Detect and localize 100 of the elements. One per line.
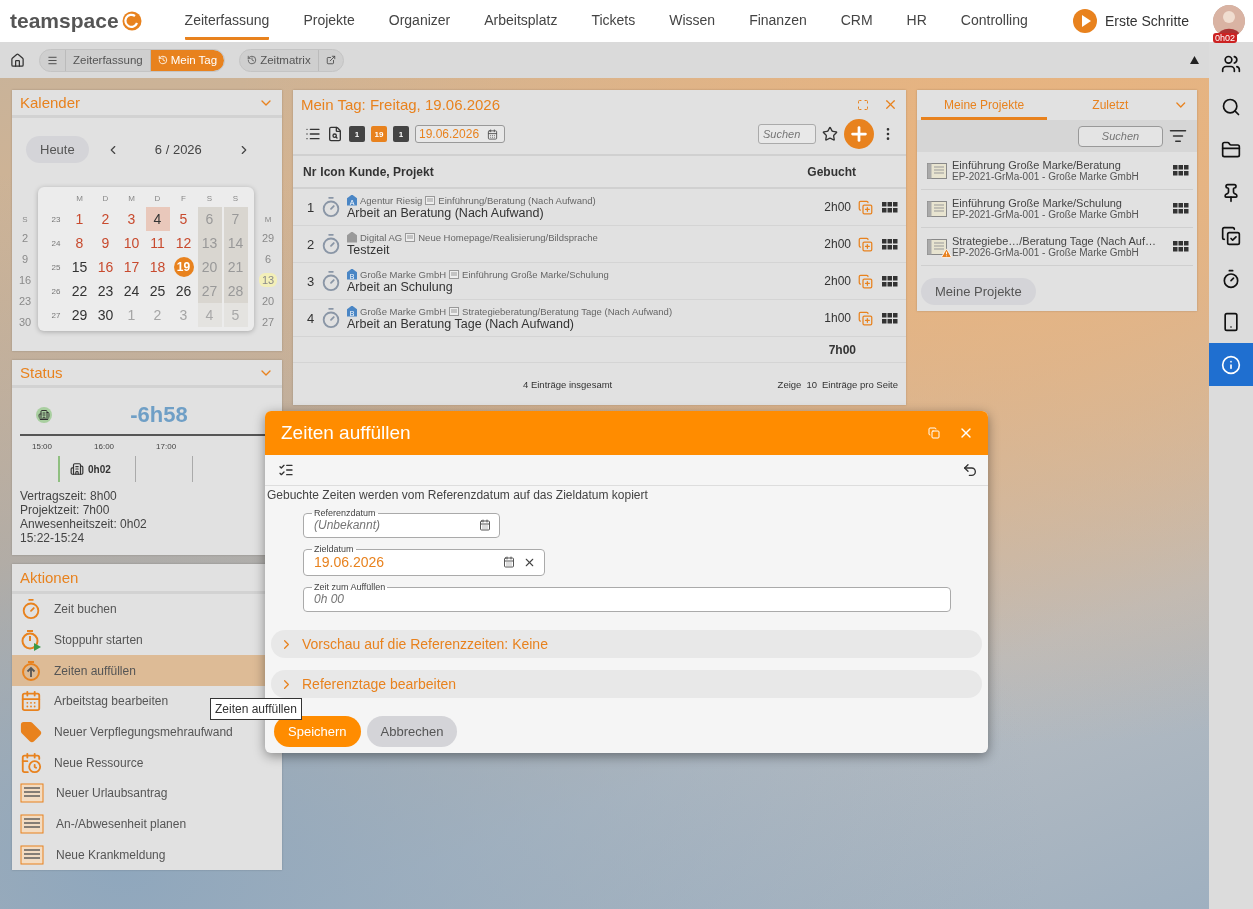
calendar-day[interactable]: 16 <box>93 255 118 279</box>
stopwatch-icon <box>320 307 342 329</box>
project-item[interactable]: Einführung Große Marke/Beratung EP-2021-GrMa-001 - Große Marke GmbH <box>921 152 1193 190</box>
date-field[interactable]: Zieldatum 19.06.2026 <box>303 544 545 576</box>
booking-title: Testzeit <box>347 242 391 257</box>
star-icon[interactable] <box>822 126 838 142</box>
logo-text: teamspace <box>10 9 119 33</box>
calendar-icon[interactable] <box>479 519 491 531</box>
project-title: Strategiebe…/Beratung Tage (Nach Auf… <box>952 235 1158 247</box>
weekday-label: M <box>76 193 83 205</box>
calendar-day[interactable]: 5 <box>171 207 196 231</box>
search-document-icon[interactable] <box>327 126 343 142</box>
grid-icon[interactable] <box>1173 165 1189 176</box>
undo-icon[interactable] <box>962 462 978 478</box>
action-item[interactable]: An-/Abwesenheit planen <box>12 808 282 840</box>
calendar-day[interactable]: 24 <box>119 279 144 303</box>
view-button[interactable]: 1 <box>349 126 365 142</box>
calendar-day: 9 <box>18 252 32 266</box>
calendar-clock-icon <box>20 751 42 774</box>
calendar-day[interactable]: 30 <box>93 303 118 327</box>
week-number: 27 <box>51 310 61 320</box>
calendar-day[interactable]: 25 <box>145 279 170 303</box>
collapse-icon[interactable] <box>1190 56 1199 64</box>
calendar-day[interactable]: 18 <box>145 255 170 279</box>
start-link[interactable]: Erste Schritte <box>1072 9 1189 33</box>
info-button[interactable] <box>1209 343 1253 386</box>
stopwatch-icon <box>20 598 42 621</box>
time-badge: 0h02 <box>1213 33 1238 43</box>
calendar-day[interactable]: 29 <box>67 303 92 327</box>
cancel-button[interactable]: Abbrechen <box>366 716 458 747</box>
time-field[interactable]: Zeit zum Auffüllen 0h 00 <box>303 582 951 612</box>
search-field[interactable]: Suchen <box>1078 125 1163 147</box>
view-button[interactable]: 1 <box>393 126 409 142</box>
action-item[interactable]: Zeit buchen <box>12 594 282 625</box>
booking-row[interactable]: 2 Digital AG Neue Homepage/Realisierung/Bildsprache Testzeit 2h00 <box>293 226 906 263</box>
calendar-day[interactable]: 9 <box>93 231 118 255</box>
grid-icon[interactable] <box>882 201 898 213</box>
column-header: Gebucht <box>807 164 856 179</box>
home-icon[interactable] <box>10 52 25 68</box>
grid-icon[interactable] <box>1173 203 1189 214</box>
nav-tab[interactable]: CRM <box>840 2 873 40</box>
column-header: Icon <box>320 164 345 179</box>
action-item[interactable]: Neue Ressource <box>12 747 282 779</box>
action-item[interactable]: Neuer Urlaubsantrag <box>12 778 282 809</box>
calendar-day[interactable]: 26 <box>171 279 196 303</box>
booking-title: Arbeit an Schulung <box>347 279 454 294</box>
booked-time: 2h00 <box>824 274 851 288</box>
calendar-icon[interactable] <box>503 556 515 568</box>
my-projects-button[interactable]: Meine Projekte <box>921 278 1036 305</box>
page-size-value[interactable]: 10 <box>806 378 817 390</box>
weekday-label: D <box>154 193 161 205</box>
action-label: Arbeitstag bearbeiten <box>54 694 169 709</box>
panel-title: Aktionen <box>20 569 79 586</box>
search-icon <box>1221 96 1241 117</box>
grid-icon[interactable] <box>882 275 898 287</box>
nav-tab[interactable]: Tickets <box>591 2 636 40</box>
date-field[interactable]: Referenzdatum (Unbekannt) <box>303 508 500 538</box>
calendar-day[interactable]: 12 <box>171 231 196 255</box>
grid-icon[interactable] <box>882 312 898 324</box>
pin-icon <box>1221 182 1241 203</box>
date-input[interactable]: (Unbekannt) <box>314 518 471 532</box>
nav-tab[interactable]: Finanzen <box>749 2 807 40</box>
weekday-label: M <box>128 193 135 205</box>
calendar-day[interactable]: 22 <box>67 279 92 303</box>
nav-tab[interactable]: Arbeitsplatz <box>484 2 558 40</box>
balance-value: -6h58 <box>129 402 189 428</box>
nav-tab[interactable]: Projekte <box>303 2 355 40</box>
row-number: 1 <box>307 199 315 215</box>
calendar-day[interactable]: 4 <box>145 207 170 231</box>
calendar-day[interactable]: 15 <box>67 255 92 279</box>
project-item[interactable]: Einführung Große Marke/Schulung EP-2021-GrMa-001 - Große Marke GmbH <box>921 190 1193 228</box>
search-field[interactable]: Suchen <box>758 124 816 144</box>
total-time: 7h00 <box>828 342 856 357</box>
grid-icon[interactable] <box>882 238 898 250</box>
customer-name: Große Marke GmbH <box>360 268 447 280</box>
breadcrumb-tab[interactable]: Zeiterfassung <box>65 49 150 71</box>
status-line: Projektzeit: 7h00 <box>20 503 111 517</box>
project-item[interactable]: Strategiebe…/Beratung Tage (Nach Auf… EP-2026-GrMa-001 - Große Marke GmbH <box>921 228 1193 266</box>
entry-count: 4 Einträge insgesamt <box>523 378 613 390</box>
add-button[interactable] <box>844 119 874 149</box>
grid-icon[interactable] <box>1173 241 1189 252</box>
calendar-day[interactable]: 23 <box>93 279 118 303</box>
time-input[interactable]: 0h 00 <box>314 592 942 606</box>
calendar-day[interactable]: 2 <box>93 207 118 231</box>
calendar-day[interactable]: 1 <box>67 207 92 231</box>
calendar-day[interactable]: 17 <box>119 255 144 279</box>
calendar-day[interactable]: 10 <box>119 231 144 255</box>
nav-tab[interactable]: Controlling <box>960 2 1028 40</box>
calendar-day[interactable]: 11 <box>145 231 170 255</box>
list-icon[interactable] <box>305 126 321 142</box>
status-line: Anwesenheitszeit: 0h02 <box>20 517 148 531</box>
nav-tab[interactable]: Organizer <box>388 2 451 40</box>
filter-icon[interactable] <box>1169 127 1187 145</box>
calendar-day[interactable]: 8 <box>67 231 92 255</box>
action-item[interactable]: Neue Krankmeldung <box>12 839 282 871</box>
nav-tab[interactable]: Wissen <box>669 2 716 40</box>
checklist-icon[interactable] <box>278 462 294 478</box>
today-button[interactable]: Heute <box>26 136 89 163</box>
calendar-day[interactable]: 3 <box>119 207 144 231</box>
nav-tab[interactable]: HR <box>906 2 927 40</box>
